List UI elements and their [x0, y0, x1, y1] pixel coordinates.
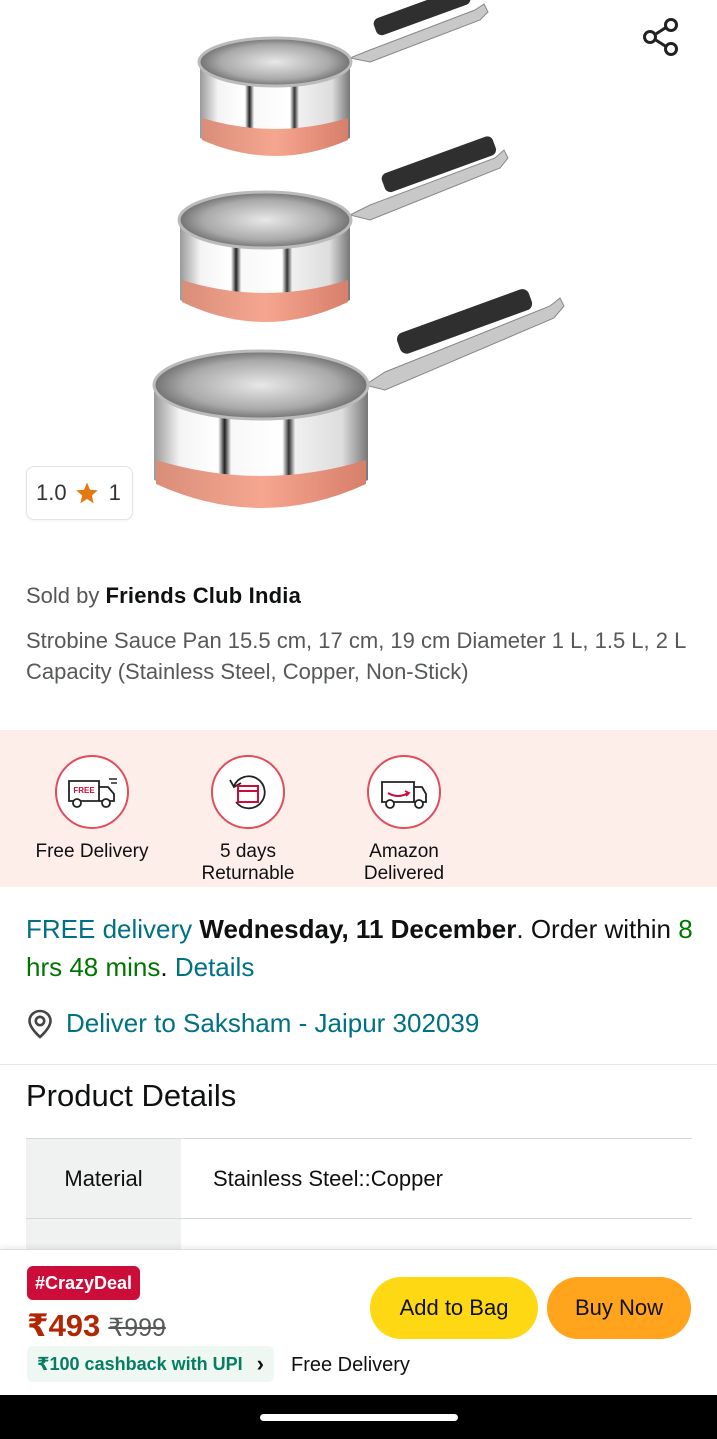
product-details-heading: Product Details	[26, 1078, 237, 1113]
feature-label: Amazon Delivered	[363, 841, 445, 884]
free-delivery-text: Free Delivery	[291, 1354, 410, 1376]
upi-cashback-offer[interactable]: ₹100 cashback with UPI ›	[27, 1346, 274, 1382]
feature-label: 5 days Returnable	[201, 841, 295, 884]
saucepan-set-image[interactable]	[140, 0, 580, 540]
chevron-right-icon: ›	[256, 1351, 264, 1376]
table-row: Material Stainless Steel::Copper	[26, 1139, 692, 1219]
free-delivery-link[interactable]: FREE delivery	[26, 914, 192, 944]
cashback-text: ₹100 cashback with UPI	[37, 1353, 243, 1374]
home-indicator[interactable]	[260, 1414, 458, 1421]
crazy-deal-badge: #CrazyDeal	[27, 1266, 141, 1300]
feature-amazon-delivered[interactable]: Amazon Delivered	[329, 755, 479, 885]
deliver-to-address[interactable]: Deliver to Saksham - Jaipur 302039	[26, 1008, 479, 1039]
free-delivery-truck-icon: FREE	[55, 755, 129, 829]
sold-by-prefix: Sold by	[26, 583, 100, 608]
order-within-text: . Order within	[516, 914, 671, 944]
share-button[interactable]	[636, 12, 686, 62]
original-price: ₹999	[108, 1314, 166, 1342]
delivery-info: FREE delivery Wednesday, 11 December. Or…	[26, 914, 693, 982]
free-badge-text: FREE	[73, 786, 95, 795]
rating-chip[interactable]: 1.0 1	[26, 466, 133, 520]
detail-key: Material	[26, 1139, 181, 1218]
sold-by: Sold by Friends Club India	[26, 583, 301, 609]
buy-now-button[interactable]: Buy Now	[547, 1277, 691, 1339]
buy-bar: #CrazyDeal ₹493 ₹999 ₹100 cashback with …	[0, 1249, 717, 1395]
location-pin-icon	[28, 1009, 52, 1039]
system-nav-bar	[0, 1395, 717, 1439]
feature-label: Free Delivery	[35, 841, 149, 862]
product-title: Strobine Sauce Pan 15.5 cm, 17 cm, 19 cm…	[26, 628, 686, 684]
add-to-bag-button[interactable]: Add to Bag	[370, 1277, 538, 1339]
delivery-date: Wednesday, 11 December	[199, 914, 517, 944]
feature-returnable[interactable]: 5 days Returnable	[173, 755, 323, 885]
feature-strip: FREE Free Delivery 5 days Returnable Ama…	[0, 730, 717, 887]
seller-link[interactable]: Friends Club India	[106, 583, 302, 608]
share-icon	[643, 18, 678, 56]
detail-value: Stainless Steel::Copper	[213, 1165, 443, 1191]
deliver-to-text: Deliver to Saksham - Jaipur 302039	[66, 1008, 480, 1038]
rating-count: 1	[108, 480, 121, 505]
price-row: ₹493 ₹999	[27, 1308, 166, 1344]
star-icon	[75, 481, 99, 505]
rating-value: 1.0	[36, 480, 67, 505]
feature-free-delivery[interactable]: FREE Free Delivery	[17, 755, 167, 863]
return-box-icon	[211, 755, 285, 829]
current-price: ₹493	[27, 1308, 101, 1343]
section-divider	[0, 1064, 717, 1065]
details-link[interactable]: Details	[175, 952, 254, 982]
product-image-area[interactable]: 1.0 1	[0, 0, 717, 560]
amazon-van-icon	[367, 755, 441, 829]
